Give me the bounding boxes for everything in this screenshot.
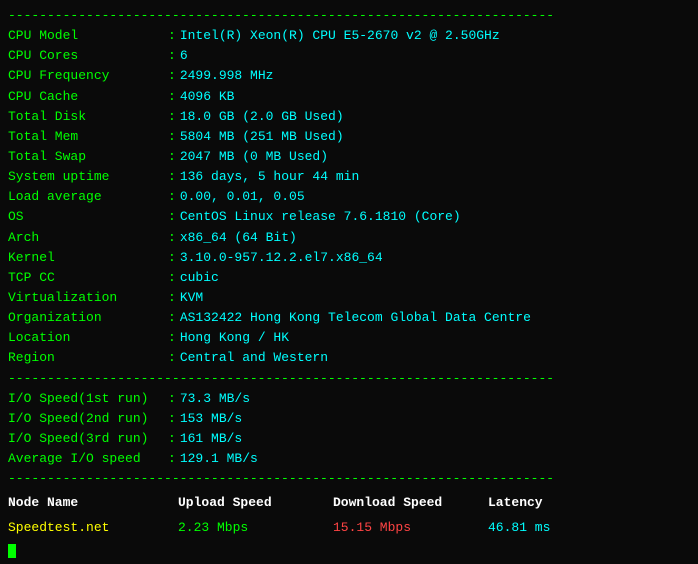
sysinfo-row: Virtualization: KVM <box>8 288 690 308</box>
iospeed-row: I/O Speed(2nd run): 153 MB/s <box>8 409 690 429</box>
cursor-line <box>8 538 690 558</box>
sysinfo-value: Hong Kong / HK <box>180 328 289 348</box>
colon-separator: : <box>168 268 176 288</box>
sysinfo-row: Total Disk: 18.0 GB (2.0 GB Used) <box>8 107 690 127</box>
sysinfo-label: System uptime <box>8 167 168 187</box>
sysinfo-label: CPU Frequency <box>8 66 168 86</box>
colon-separator: : <box>168 288 176 308</box>
iospeed-label: Average I/O speed <box>8 449 168 469</box>
sysinfo-row: CPU Cache: 4096 KB <box>8 87 690 107</box>
sysinfo-value: Central and Western <box>180 348 328 368</box>
iospeed-label: I/O Speed(3rd run) <box>8 429 168 449</box>
col-upload-header: Upload Speed <box>178 493 333 513</box>
col-latency-header: Latency <box>488 493 588 513</box>
sysinfo-label: Location <box>8 328 168 348</box>
sysinfo-value: 2499.998 MHz <box>180 66 274 86</box>
sysinfo-row: CPU Frequency: 2499.998 MHz <box>8 66 690 86</box>
colon-separator: : <box>168 46 176 66</box>
sysinfo-value: x86_64 (64 Bit) <box>180 228 297 248</box>
sysinfo-label: Total Disk <box>8 107 168 127</box>
sysinfo-row: System uptime: 136 days, 5 hour 44 min <box>8 167 690 187</box>
sysinfo-value: 4096 KB <box>180 87 235 107</box>
speedtest-upload: 2.23 Mbps <box>178 518 333 538</box>
sysinfo-row: Kernel: 3.10.0-957.12.2.el7.x86_64 <box>8 248 690 268</box>
iospeed-value: 73.3 MB/s <box>180 389 250 409</box>
colon-separator: : <box>168 26 176 46</box>
iospeed-row: I/O Speed(3rd run): 161 MB/s <box>8 429 690 449</box>
speedtest-row: Speedtest.net2.23 Mbps15.15 Mbps46.81 ms <box>8 518 690 538</box>
colon-separator: : <box>168 409 176 429</box>
colon-separator: : <box>168 207 176 227</box>
sysinfo-value: Intel(R) Xeon(R) CPU E5-2670 v2 @ 2.50GH… <box>180 26 500 46</box>
colon-separator: : <box>168 66 176 86</box>
sysinfo-row: Total Mem: 5804 MB (251 MB Used) <box>8 127 690 147</box>
sysinfo-value: 2047 MB (0 MB Used) <box>180 147 328 167</box>
colon-separator: : <box>168 228 176 248</box>
colon-separator: : <box>168 449 176 469</box>
sysinfo-label: CPU Cache <box>8 87 168 107</box>
speedtest-latency: 46.81 ms <box>488 518 588 538</box>
sysinfo-label: TCP CC <box>8 268 168 288</box>
sysinfo-row: Arch: x86_64 (64 Bit) <box>8 228 690 248</box>
sysinfo-value: 0.00, 0.01, 0.05 <box>180 187 305 207</box>
sysinfo-label: Kernel <box>8 248 168 268</box>
colon-separator: : <box>168 308 176 328</box>
mid-divider1: ----------------------------------------… <box>8 369 690 389</box>
sysinfo-row: Total Swap: 2047 MB (0 MB Used) <box>8 147 690 167</box>
colon-separator: : <box>168 107 176 127</box>
iospeed-label: I/O Speed(1st run) <box>8 389 168 409</box>
speedtest-download: 15.15 Mbps <box>333 518 488 538</box>
col-download-header: Download Speed <box>333 493 488 513</box>
sysinfo-value: 18.0 GB (2.0 GB Used) <box>180 107 344 127</box>
colon-separator: : <box>168 328 176 348</box>
sysinfo-row: CPU Cores: 6 <box>8 46 690 66</box>
sysinfo-label: Total Mem <box>8 127 168 147</box>
colon-separator: : <box>168 389 176 409</box>
sysinfo-label: CPU Model <box>8 26 168 46</box>
sysinfo-row: Organization: AS132422 Hong Kong Telecom… <box>8 308 690 328</box>
sysinfo-label: Arch <box>8 228 168 248</box>
colon-separator: : <box>168 167 176 187</box>
sysinfo-row: TCP CC: cubic <box>8 268 690 288</box>
sysinfo-label: Virtualization <box>8 288 168 308</box>
iospeed-label: I/O Speed(2nd run) <box>8 409 168 429</box>
colon-separator: : <box>168 348 176 368</box>
col-node-header: Node Name <box>8 493 178 513</box>
mid-divider2: ----------------------------------------… <box>8 469 690 489</box>
colon-separator: : <box>168 87 176 107</box>
iospeed-value: 129.1 MB/s <box>180 449 258 469</box>
sysinfo-label: Region <box>8 348 168 368</box>
iospeed-value: 153 MB/s <box>180 409 242 429</box>
sysinfo-value: 5804 MB (251 MB Used) <box>180 127 344 147</box>
sysinfo-label: Organization <box>8 308 168 328</box>
colon-separator: : <box>168 248 176 268</box>
sysinfo-value: KVM <box>180 288 203 308</box>
sysinfo-row: Region: Central and Western <box>8 348 690 368</box>
sysinfo-row: CPU Model: Intel(R) Xeon(R) CPU E5-2670 … <box>8 26 690 46</box>
iospeed-row: Average I/O speed: 129.1 MB/s <box>8 449 690 469</box>
sysinfo-value: cubic <box>180 268 219 288</box>
sysinfo-row: Location: Hong Kong / HK <box>8 328 690 348</box>
sysinfo-label: OS <box>8 207 168 227</box>
colon-separator: : <box>168 127 176 147</box>
iospeed-value: 161 MB/s <box>180 429 242 449</box>
sysinfo-label: Load average <box>8 187 168 207</box>
top-divider: ----------------------------------------… <box>8 6 690 26</box>
speedtest-table: Node Name Upload Speed Download Speed La… <box>8 493 690 537</box>
colon-separator: : <box>168 187 176 207</box>
sysinfo-value: 6 <box>180 46 188 66</box>
speedtest-node: Speedtest.net <box>8 518 178 538</box>
colon-separator: : <box>168 147 176 167</box>
sysinfo-row: Load average: 0.00, 0.01, 0.05 <box>8 187 690 207</box>
sysinfo-label: Total Swap <box>8 147 168 167</box>
sysinfo-value: 136 days, 5 hour 44 min <box>180 167 359 187</box>
sysinfo-value: 3.10.0-957.12.2.el7.x86_64 <box>180 248 383 268</box>
sysinfo-value: CentOS Linux release 7.6.1810 (Core) <box>180 207 461 227</box>
colon-separator: : <box>168 429 176 449</box>
sysinfo-value: AS132422 Hong Kong Telecom Global Data C… <box>180 308 531 328</box>
sysinfo-label: CPU Cores <box>8 46 168 66</box>
iospeed-row: I/O Speed(1st run): 73.3 MB/s <box>8 389 690 409</box>
sysinfo-row: OS: CentOS Linux release 7.6.1810 (Core) <box>8 207 690 227</box>
